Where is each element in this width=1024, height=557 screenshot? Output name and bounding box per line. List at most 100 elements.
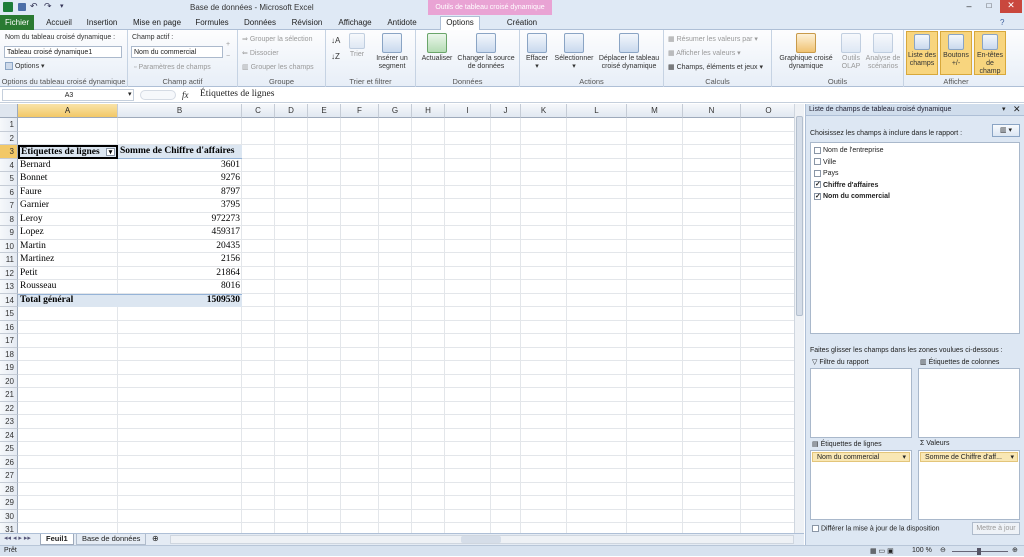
pivot-row-value[interactable]: 9276 [120, 172, 240, 186]
group-selection-button[interactable]: ⇒ Grouper la sélection [242, 35, 312, 44]
row-header[interactable]: 23 [0, 415, 18, 429]
field-checkbox[interactable] [814, 158, 821, 166]
column-header[interactable]: O [741, 104, 794, 118]
row-field-item[interactable]: Nom du commercial ▾ [812, 452, 910, 462]
pivot-row-item[interactable]: Lopez [20, 226, 116, 240]
fields-items-button[interactable]: ▦ Champs, éléments et jeux ▾ [668, 63, 763, 72]
column-header[interactable]: K [521, 104, 567, 118]
pane-menu-icon[interactable]: ▾ [1002, 105, 1006, 113]
pivot-row-labels-header[interactable]: Étiquettes de lignes ▾ [18, 145, 118, 159]
row-header[interactable]: 9 [0, 226, 18, 240]
field-list-item[interactable]: Ville [814, 158, 836, 168]
hscroll-thumb[interactable] [461, 536, 501, 543]
row-header[interactable]: 2 [0, 131, 18, 145]
row-header[interactable]: 24 [0, 428, 18, 442]
close-icon[interactable]: ✕ [1000, 0, 1022, 13]
pivot-grand-total-label[interactable]: Total général [20, 294, 116, 308]
tab-accueil[interactable]: Accueil [40, 17, 78, 30]
collapse-field-icon[interactable]: − [226, 52, 230, 61]
update-button[interactable]: Mettre à jour [972, 522, 1020, 535]
column-header[interactable]: J [491, 104, 521, 118]
pane-close-icon[interactable]: ✕ [1013, 104, 1021, 115]
column-header[interactable]: N [683, 104, 741, 118]
column-header[interactable]: B [118, 104, 242, 118]
defer-update-checkbox[interactable]: Différer la mise à jour de la dispositio… [812, 525, 940, 532]
pivot-grand-total-value[interactable]: 1509530 [120, 294, 240, 308]
sort-button[interactable]: Trier [346, 33, 368, 59]
options-button[interactable]: Options ▾ [5, 62, 45, 71]
insert-slicer-button[interactable]: Insérer un segment [372, 33, 412, 71]
row-labels-filter-icon[interactable]: ▾ [106, 148, 115, 156]
pivot-row-value[interactable]: 8797 [120, 186, 240, 200]
row-header[interactable]: 10 [0, 239, 18, 253]
row-header[interactable]: 1 [0, 118, 18, 132]
row-header[interactable]: 27 [0, 469, 18, 483]
horizontal-scrollbar[interactable] [170, 535, 794, 544]
olap-button[interactable]: Outils OLAP [838, 33, 864, 71]
pivot-row-value[interactable]: 972273 [120, 213, 241, 227]
pivot-row-value[interactable]: 21864 [120, 267, 240, 281]
tab-options[interactable]: Options [440, 16, 480, 30]
pivot-row-item[interactable]: Leroy [20, 213, 116, 227]
column-header[interactable]: I [445, 104, 491, 118]
row-field-dropdown-icon[interactable]: ▾ [902, 453, 906, 461]
column-labels-area[interactable] [918, 368, 1020, 438]
move-pt-button[interactable]: Déplacer le tableau croisé dynamique [596, 33, 662, 71]
vertical-scrollbar[interactable] [794, 104, 804, 533]
row-header[interactable]: 14 [0, 293, 18, 307]
pivot-row-item[interactable]: Bernard [20, 159, 116, 173]
whatif-button[interactable]: Analyse de scénarios [864, 33, 902, 71]
pivot-row-item[interactable]: Bonnet [20, 172, 116, 186]
row-header[interactable]: 11 [0, 253, 18, 267]
report-filter-area[interactable] [810, 368, 912, 438]
refresh-button[interactable]: Actualiser [420, 33, 454, 63]
tab-antidote[interactable]: Antidote [382, 17, 422, 30]
row-header[interactable]: 20 [0, 374, 18, 388]
column-header[interactable]: L [567, 104, 627, 118]
row-header[interactable]: 31 [0, 523, 18, 533]
field-checkbox[interactable]: ✓ [814, 192, 821, 200]
field-checkbox[interactable] [814, 169, 821, 177]
field-list-button[interactable]: Liste des champs [906, 31, 938, 75]
field-checkbox[interactable] [814, 146, 821, 154]
field-list-item[interactable]: ✓ Chiffre d'affaires [814, 181, 878, 191]
row-header[interactable]: 5 [0, 172, 18, 186]
tab-formules[interactable]: Formules [190, 17, 234, 30]
value-field-dropdown-icon[interactable]: ▾ [1010, 453, 1014, 461]
name-box-dropdown-icon[interactable]: ▾ [128, 90, 132, 98]
fx-icon[interactable]: fx [182, 90, 189, 100]
row-header[interactable]: 3 [0, 145, 18, 159]
column-header[interactable]: A [18, 104, 118, 118]
worksheet-grid[interactable]: A B C D E F G H I J K L M N O 1 2 3 4 5 6 7 8 9 10 11 12 13 14 15 16 17… [0, 104, 794, 533]
column-header[interactable]: E [308, 104, 341, 118]
sort-za-icon[interactable]: ↓Z [331, 52, 340, 61]
pivot-row-value[interactable]: 20435 [120, 240, 240, 254]
customize-qat-icon[interactable]: ▾ [60, 2, 64, 10]
sheet-nav-icon[interactable]: ◂◂ ◂ ▸ ▸▸ [4, 534, 31, 542]
pivot-row-value[interactable]: 3601 [120, 159, 240, 173]
minimize-icon[interactable]: – [960, 1, 978, 13]
pivot-row-item[interactable]: Faure [20, 186, 116, 200]
expand-field-icon[interactable]: + [226, 40, 230, 49]
insert-sheet-icon[interactable]: ⊕ [152, 534, 159, 543]
name-box[interactable]: A3 [2, 89, 134, 101]
column-header[interactable]: G [379, 104, 412, 118]
pivotchart-button[interactable]: Graphique croisé dynamique [774, 33, 838, 71]
column-header[interactable]: C [242, 104, 275, 118]
tab-creation[interactable]: Création [500, 17, 544, 30]
clear-button[interactable]: Effacer ▾ [522, 33, 552, 71]
help-icon[interactable]: ? [1000, 18, 1004, 27]
column-header[interactable]: M [627, 104, 683, 118]
tab-donnees[interactable]: Données [238, 17, 282, 30]
zoom-in-icon[interactable]: ⊕ [1012, 546, 1018, 556]
sheet-tab-base-de-donnees[interactable]: Base de données [76, 534, 147, 545]
field-headers-toggle[interactable]: En-têtes de champ [974, 31, 1006, 75]
summarize-button[interactable]: ▦ Résumer les valeurs par ▾ [668, 35, 758, 44]
values-area[interactable]: Somme de Chiffre d'aff... ▾ [918, 450, 1020, 520]
row-header[interactable]: 15 [0, 307, 18, 321]
tab-revision[interactable]: Révision [286, 17, 328, 30]
value-field-item[interactable]: Somme de Chiffre d'aff... ▾ [920, 452, 1018, 462]
defer-checkbox-box[interactable] [812, 525, 819, 532]
scroll-thumb[interactable] [796, 116, 803, 316]
buttons-toggle[interactable]: Boutons +/- [940, 31, 972, 75]
